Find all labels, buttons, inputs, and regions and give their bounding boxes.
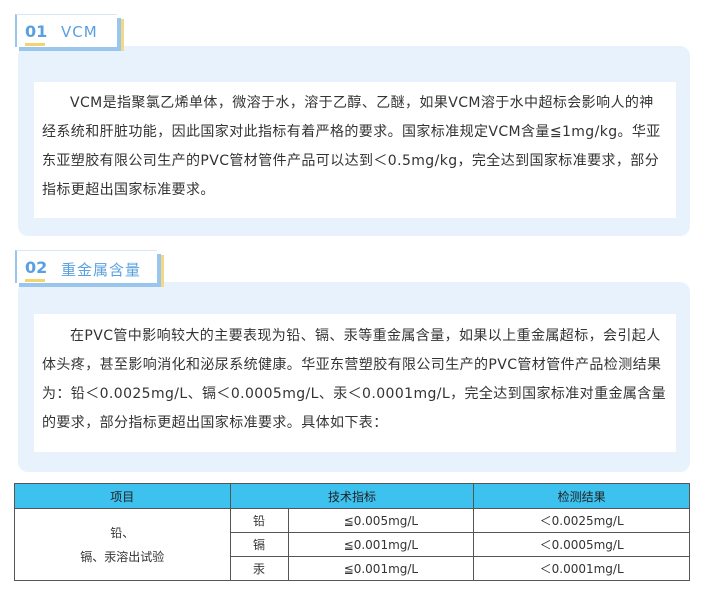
element-cell: 镉 [229, 532, 289, 557]
element-cell: 汞 [229, 556, 289, 581]
section-title: 重金属含量 [61, 261, 142, 279]
section-number: 02 [25, 258, 48, 277]
section-number: 01 [25, 22, 48, 41]
section-1-tab: 01 VCM [15, 14, 124, 51]
item-cell: 铅、 镉、汞溶出试验 [14, 508, 231, 581]
section-2-paragraph: 在PVC管中影响较大的主要表现为铅、镉、汞等重金属含量，如果以上重金属超标，会引… [42, 328, 667, 431]
tab-accent-bar [161, 255, 164, 287]
header-result: 检测结果 [473, 483, 690, 509]
tab-accent-bar [121, 19, 124, 51]
table-header-row: 项目 技术指标 检测结果 [14, 483, 690, 509]
spec-cell: ≦0.001mg/L [287, 532, 475, 557]
item-line: 镉、汞溶出试验 [80, 549, 165, 564]
result-cell: ＜0.0025mg/L [473, 508, 690, 533]
number-underline [25, 279, 45, 282]
item-line: 铅、 [110, 525, 135, 540]
result-cell: ＜0.0001mg/L [473, 556, 690, 581]
number-underline [25, 43, 45, 46]
element-cell: 铅 [229, 508, 289, 533]
heavy-metal-table: 项目 技术指标 检测结果 铅、 镉、汞溶出试验 铅 ≦0.005mg/L ＜0.… [14, 483, 690, 581]
spec-cell: ≦0.001mg/L [287, 556, 475, 581]
section-1-paragraph: VCM是指聚氯乙烯单体，微溶于水，溶于乙醇、乙醚，如果VCM溶于水中超标会影响人… [42, 95, 661, 198]
header-spec: 技术指标 [229, 483, 475, 509]
result-cell: ＜0.0005mg/L [473, 532, 690, 557]
header-item: 项目 [14, 483, 231, 509]
section-2-tab: 02 重金属含量 [15, 250, 164, 287]
section-title: VCM [61, 23, 98, 41]
spec-cell: ≦0.005mg/L [287, 508, 475, 533]
table-row: 铅、 镉、汞溶出试验 铅 ≦0.005mg/L ＜0.0025mg/L [14, 508, 690, 581]
